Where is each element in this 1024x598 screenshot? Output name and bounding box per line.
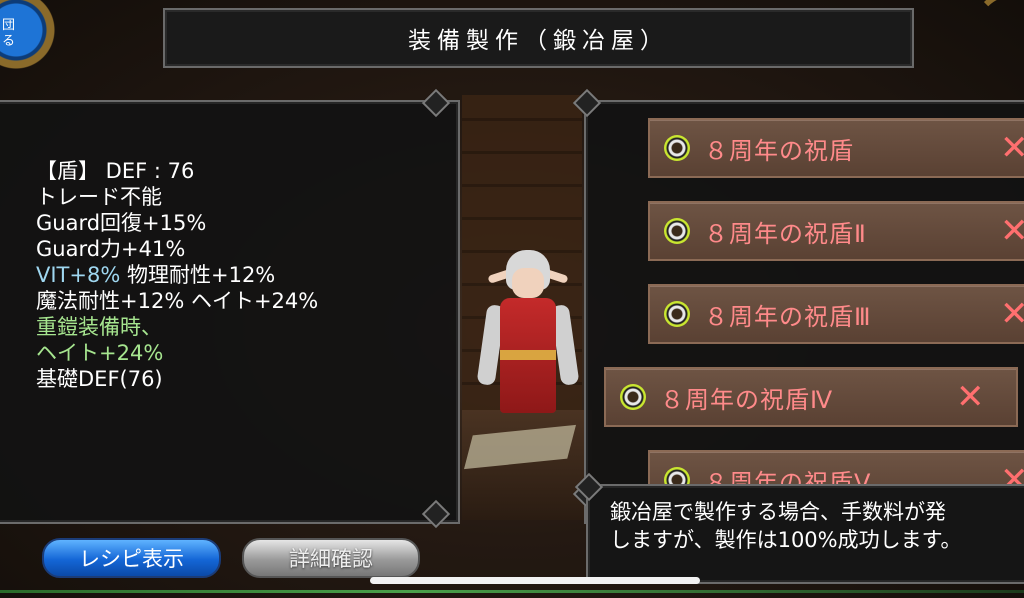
recipe-name: ８周年の祝盾Ⅱ [704, 219, 867, 248]
message-line-2: しますが、製作は100%成功します。 [610, 528, 962, 552]
close-icon[interactable]: ✕ [1000, 294, 1024, 334]
stat-line: 【盾】 DEF : 76 [36, 159, 195, 183]
close-icon[interactable]: ✕ [956, 377, 985, 417]
recipe-name: ８周年の祝盾Ⅳ [660, 385, 834, 414]
home-indicator[interactable] [370, 577, 700, 584]
recipe-name: ８周年の祝盾Ⅲ [704, 302, 872, 331]
ring-icon [664, 301, 690, 327]
recipe-item[interactable]: ８周年の祝盾 ✕ [648, 118, 1024, 178]
recipe-item-selected[interactable]: ８周年の祝盾Ⅳ ✕ [604, 367, 1018, 427]
recipe-item[interactable]: ８周年の祝盾Ⅱ ✕ [648, 201, 1024, 261]
recipe-list-panel[interactable]: ８周年の祝盾 ✕ ８周年の祝盾Ⅱ ✕ ８周年の祝盾Ⅲ ✕ ８周年の祝盾Ⅳ ✕ ８… [572, 88, 1024, 524]
item-stats-panel: 【盾】 DEF : 76 トレード不能 Guard回復+15% Guard力+41% V… [0, 88, 460, 529]
details-button[interactable]: 詳細確認 [242, 538, 420, 578]
stat-line: 重鎧装備時、 [36, 315, 162, 339]
title-bar: 装備製作（鍛冶屋） [163, 8, 914, 68]
stat-line: ヘイト+24% [36, 341, 164, 365]
stat-line: Guard力+41% [36, 237, 186, 261]
emblem-label-top: 団 [2, 18, 16, 33]
stat-segment: VIT+8% [36, 263, 121, 287]
bottom-status-line [0, 590, 1024, 593]
close-icon[interactable]: ✕ [1000, 128, 1024, 168]
close-icon[interactable]: ✕ [1000, 211, 1024, 251]
ring-icon [620, 384, 646, 410]
page-title: 装備製作（鍛冶屋） [408, 28, 669, 54]
stat-line: 基礎DEF(76) [36, 367, 163, 391]
stat-line: VIT+8% 物理耐性+12% [36, 262, 318, 288]
stat-line: 魔法耐性+12% ヘイト+24% [36, 289, 319, 313]
show-recipe-button[interactable]: レシピ表示 [42, 538, 221, 578]
ring-icon [664, 218, 690, 244]
recipe-name: ８周年の祝盾 [704, 136, 854, 165]
ring-icon [664, 135, 690, 161]
panel-corner-ornament [421, 499, 451, 529]
stat-line: Guard回復+15% [36, 211, 207, 235]
recipe-item[interactable]: ８周年の祝盾Ⅲ ✕ [648, 284, 1024, 344]
message-box: 鍛冶屋で製作する場合、手数料が発 しますが、製作は100%成功します。 [574, 472, 1024, 584]
stat-line: トレード不能 [36, 185, 162, 209]
item-stats-list: 【盾】 DEF : 76 トレード不能 Guard回復+15% Guard力+41% V… [36, 158, 318, 392]
emblem-label-bottom: る [2, 34, 16, 49]
blacksmith-npc [476, 250, 580, 420]
stat-segment: 物理耐性+12% [120, 263, 276, 287]
message-line-1: 鍛冶屋で製作する場合、手数料が発 [610, 500, 946, 524]
